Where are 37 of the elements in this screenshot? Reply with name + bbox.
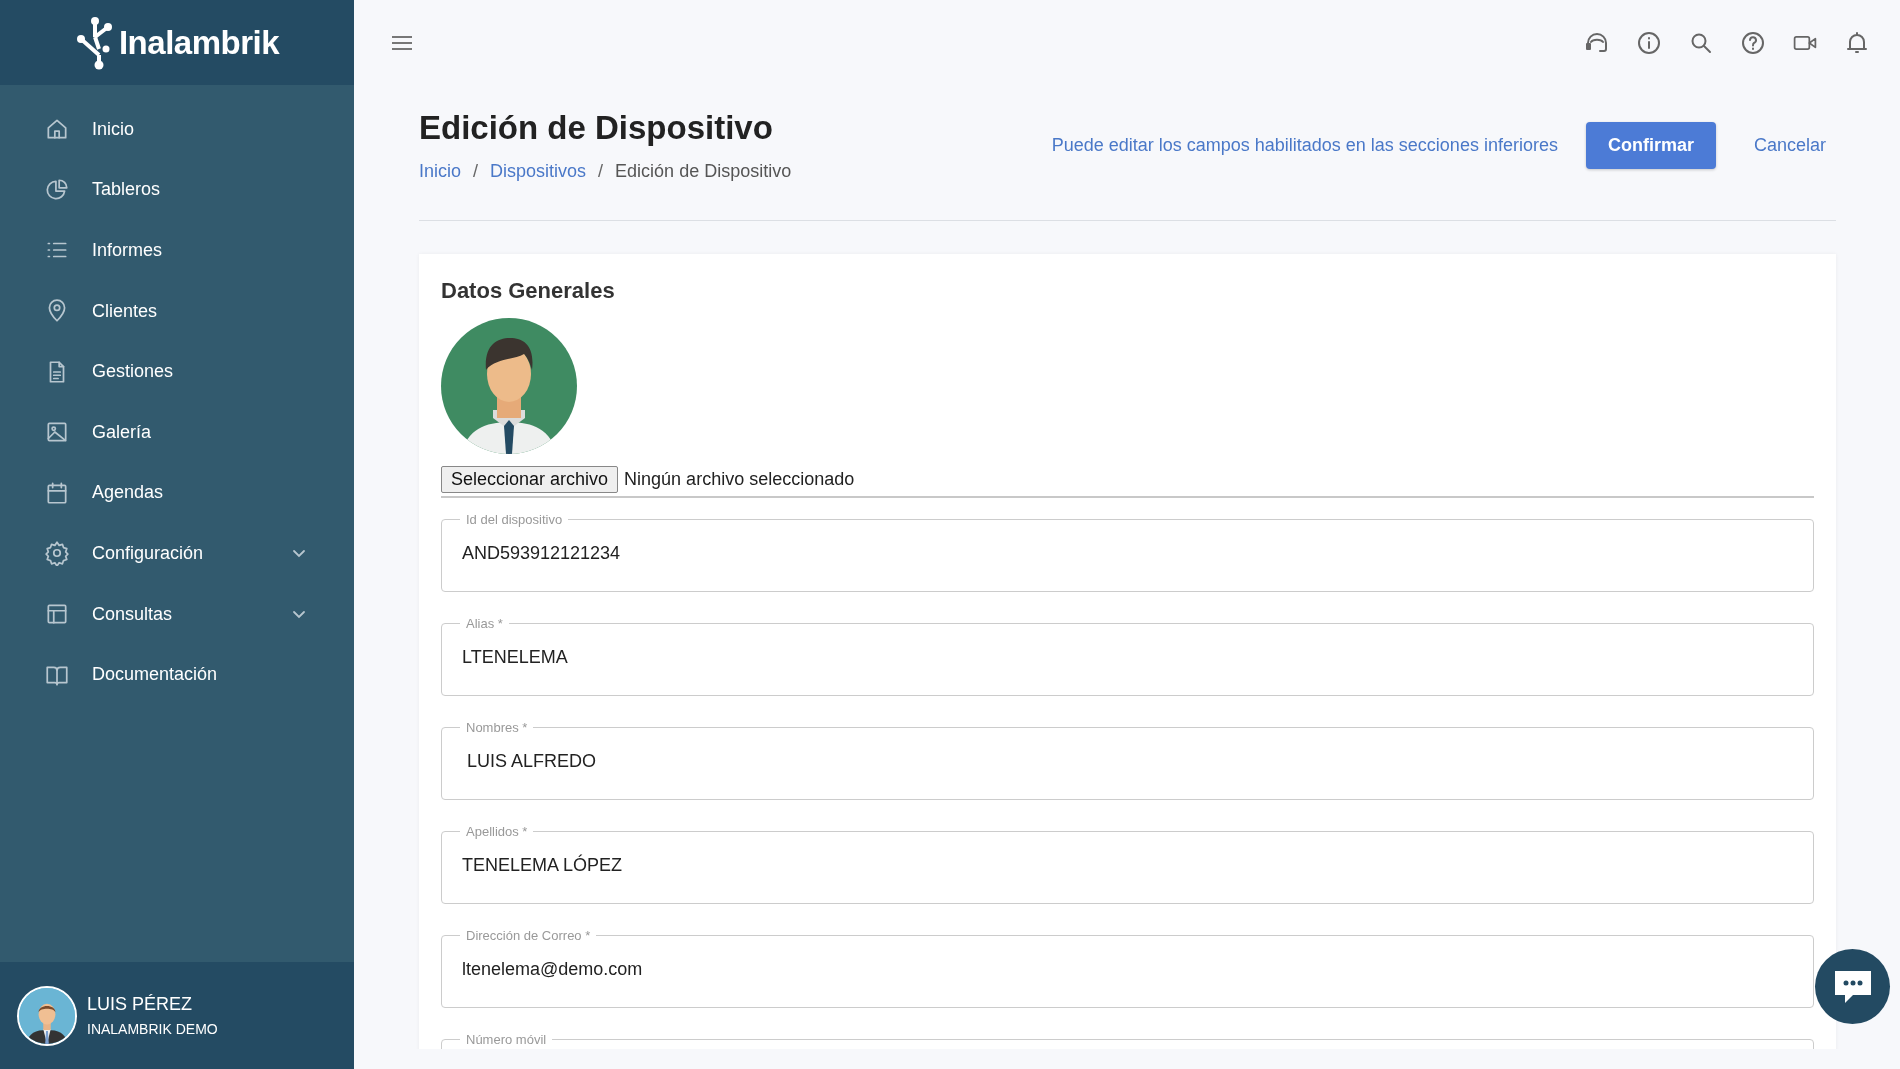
- breadcrumb-separator: /: [598, 161, 604, 182]
- company-name: INALAMBRIK DEMO: [87, 1021, 218, 1037]
- confirm-button[interactable]: Confirmar: [1585, 122, 1716, 169]
- sidebar-item[interactable]: Consultas: [0, 583, 354, 645]
- input-field[interactable]: Nombres * LUIS ALFREDO: [441, 720, 1814, 800]
- input-field[interactable]: Id del dispositivo AND593912121234: [441, 512, 1814, 592]
- choose-file-button[interactable]: Seleccionar archivo: [441, 466, 619, 493]
- pie-chart-icon: [44, 176, 70, 203]
- sidebar-item[interactable]: Documentación: [0, 644, 354, 705]
- gear-icon: [44, 540, 70, 567]
- section-title: Datos Generales: [441, 278, 616, 304]
- help-icon[interactable]: [1740, 29, 1766, 56]
- sidebar-item[interactable]: Galería: [0, 401, 354, 463]
- sidebar-item[interactable]: Gestiones: [0, 341, 354, 402]
- hint-text: Puede editar los campos habilitados en las secciones inferiores: [1051, 135, 1558, 156]
- sidebar-item[interactable]: Clientes: [0, 280, 354, 342]
- sidebar-item[interactable]: Agendas: [0, 462, 354, 524]
- input-field[interactable]: Apellidos * TENELEMA LÓPEZ: [441, 824, 1814, 904]
- sidebar-item[interactable]: Tableros: [0, 159, 354, 221]
- logo-text: Inalambrik: [118, 23, 280, 62]
- cancel-button[interactable]: Cancelar: [1743, 125, 1836, 166]
- network-logo-icon: [74, 14, 115, 71]
- input-field[interactable]: Alias * LTENELEMA: [441, 616, 1814, 696]
- sidebar-item[interactable]: Informes: [0, 220, 354, 281]
- sidebar-item[interactable]: Inicio: [0, 99, 354, 160]
- calendar-icon: [44, 479, 70, 506]
- page-title: Edición de Dispositivo: [419, 109, 774, 147]
- breadcrumb-link[interactable]: Inicio: [419, 161, 462, 182]
- breadcrumb-current: Edición de Dispositivo: [615, 161, 792, 182]
- sidebar-item[interactable]: Configuración: [0, 523, 354, 584]
- input-field[interactable]: Dirección de Correo * ltenelema@demo.com: [441, 928, 1814, 1008]
- breadcrumb-link[interactable]: Dispositivos: [490, 161, 587, 182]
- breadcrumb-separator: /: [473, 161, 479, 182]
- bell-icon[interactable]: [1844, 29, 1870, 56]
- info-icon[interactable]: [1636, 29, 1662, 56]
- file-status: Ningún archivo seleccionado: [624, 469, 855, 490]
- user-name: LUIS PÉREZ: [87, 994, 194, 1015]
